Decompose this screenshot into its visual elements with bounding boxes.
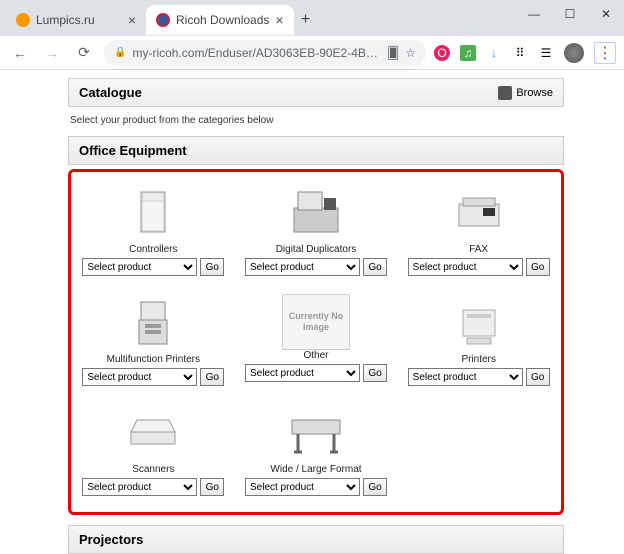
category-controllers: Controllers Select product Go [81, 184, 226, 276]
section-office-equipment[interactable]: Office Equipment [68, 136, 564, 165]
titlebar: Lumpics.ru × Ricoh Downloads × + — ☐ ✕ [0, 0, 624, 36]
url-text: my-ricoh.com/Enduser/AD3063EB-90E2-4BC7-… [132, 46, 381, 60]
address-bar: ← → ⟳ 🔒 my-ricoh.com/Enduser/AD3063EB-90… [0, 36, 624, 70]
category-label: Printers [461, 354, 495, 365]
close-icon[interactable]: × [275, 12, 283, 28]
green-ext-icon[interactable]: ♫ [460, 45, 476, 61]
browse-icon [498, 86, 512, 100]
close-icon[interactable]: × [128, 12, 136, 28]
browser-window: Lumpics.ru × Ricoh Downloads × + — ☐ ✕ ←… [0, 0, 624, 554]
reload-button[interactable]: ⟳ [72, 41, 96, 65]
page-content: Catalogue Browse Select your product fro… [0, 70, 624, 554]
new-tab-button[interactable]: + [294, 8, 318, 32]
fax-image [443, 184, 515, 240]
translate-icon[interactable]: 🂠 [387, 46, 399, 60]
back-button[interactable]: ← [8, 41, 32, 65]
favicon-ricoh [156, 13, 170, 27]
category-grid: Controllers Select product Go Digital Du… [81, 184, 551, 496]
tab-strip: Lumpics.ru × Ricoh Downloads × + [6, 4, 516, 36]
select-mfp[interactable]: Select product [82, 368, 197, 386]
category-label: Multifunction Printers [107, 354, 200, 365]
window-controls: — ☐ ✕ [516, 0, 624, 36]
go-button-controllers[interactable]: Go [200, 258, 224, 276]
category-label: FAX [469, 244, 488, 255]
category-label: Scanners [132, 464, 174, 475]
go-button-mfp[interactable]: Go [200, 368, 224, 386]
close-button[interactable]: ✕ [588, 0, 624, 28]
select-fax[interactable]: Select product [408, 258, 523, 276]
mfp-image [117, 294, 189, 350]
tab-lumpics[interactable]: Lumpics.ru × [6, 5, 146, 35]
category-printers: Printers Select product Go [406, 294, 551, 386]
go-button-printers[interactable]: Go [526, 368, 550, 386]
tab-ricoh[interactable]: Ricoh Downloads × [146, 5, 294, 35]
category-other: Currently No Image Other Select product … [244, 294, 389, 386]
tab-title: Ricoh Downloads [176, 13, 269, 27]
browse-button[interactable]: Browse [498, 86, 553, 100]
lines-ext-icon[interactable]: ☰ [538, 45, 554, 61]
category-scanners: Scanners Select product Go [81, 404, 226, 496]
star-icon[interactable]: ☆ [405, 46, 416, 60]
lock-icon: 🔒 [114, 47, 126, 58]
menu-icon[interactable]: ⋮ [594, 42, 616, 64]
opera-ext-icon[interactable]: O [434, 45, 450, 61]
category-label: Other [303, 350, 328, 361]
minimize-button[interactable]: — [516, 0, 552, 28]
wide-format-image [280, 404, 352, 460]
tab-title: Lumpics.ru [36, 13, 122, 27]
url-input[interactable]: 🔒 my-ricoh.com/Enduser/AD3063EB-90E2-4BC… [104, 40, 426, 66]
category-wide-format: Wide / Large Format Select product Go [244, 404, 389, 496]
printer-image [443, 294, 515, 350]
catalogue-panel: Catalogue Browse [68, 78, 564, 107]
highlighted-grid: Controllers Select product Go Digital Du… [68, 169, 564, 515]
go-button-scanners[interactable]: Go [200, 478, 224, 496]
extension-icons: O ♫ ↓ ⠿ ☰ ⋮ [434, 42, 616, 64]
grid-ext-icon[interactable]: ⠿ [512, 45, 528, 61]
select-wide-format[interactable]: Select product [245, 478, 360, 496]
maximize-button[interactable]: ☐ [552, 0, 588, 28]
instruction-text: Select your product from the categories … [68, 111, 564, 130]
select-scanners[interactable]: Select product [82, 478, 197, 496]
duplicator-image [280, 184, 352, 240]
favicon-lumpics [16, 13, 30, 27]
section-projectors[interactable]: Projectors [68, 525, 564, 554]
category-label: Wide / Large Format [270, 464, 361, 475]
go-button-fax[interactable]: Go [526, 258, 550, 276]
go-button-duplicators[interactable]: Go [363, 258, 387, 276]
go-button-other[interactable]: Go [363, 364, 387, 382]
no-image-placeholder: Currently No Image [282, 294, 350, 350]
go-button-wide-format[interactable]: Go [363, 478, 387, 496]
category-label: Controllers [129, 244, 177, 255]
category-multifunction-printers: Multifunction Printers Select product Go [81, 294, 226, 386]
download-ext-icon[interactable]: ↓ [486, 45, 502, 61]
category-fax: FAX Select product Go [406, 184, 551, 276]
category-digital-duplicators: Digital Duplicators Select product Go [244, 184, 389, 276]
profile-avatar[interactable] [564, 43, 584, 63]
catalogue-title: Catalogue [79, 85, 142, 100]
select-other[interactable]: Select product [245, 364, 360, 382]
select-printers[interactable]: Select product [408, 368, 523, 386]
select-duplicators[interactable]: Select product [245, 258, 360, 276]
controllers-image [117, 184, 189, 240]
category-label: Digital Duplicators [276, 244, 357, 255]
forward-button[interactable]: → [40, 41, 64, 65]
scanner-image [117, 404, 189, 460]
select-controllers[interactable]: Select product [82, 258, 197, 276]
